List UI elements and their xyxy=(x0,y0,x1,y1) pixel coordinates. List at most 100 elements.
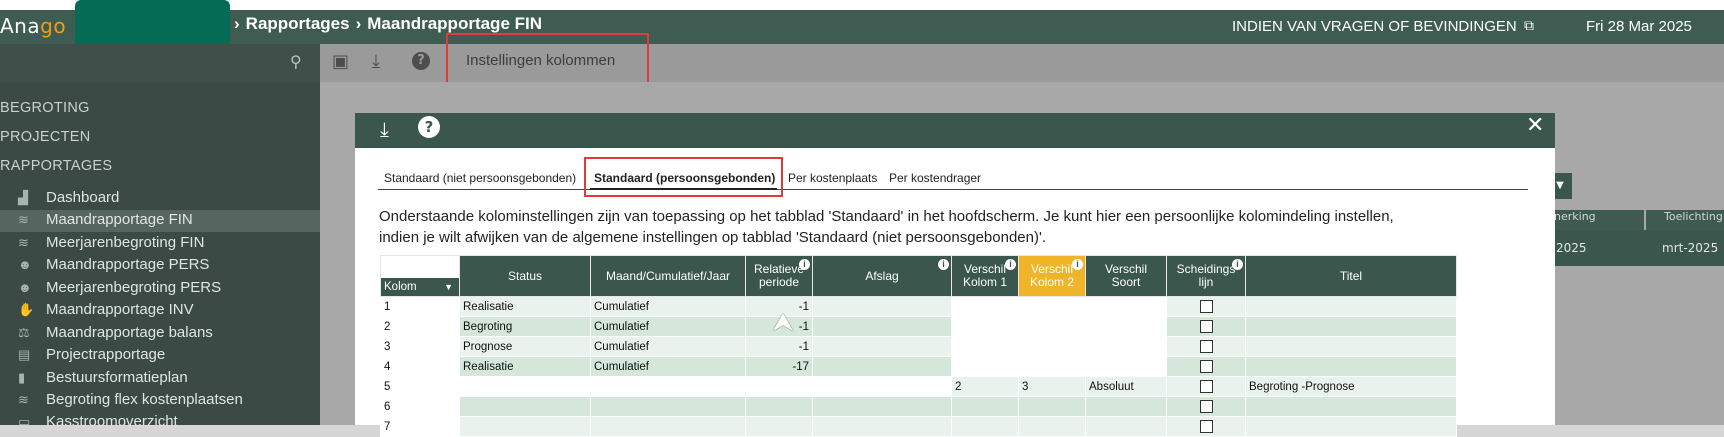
sidebar-item-maandrapportage-inv[interactable]: ✋ Maandrapportage INV xyxy=(18,301,194,323)
table-row[interactable]: 7 xyxy=(380,416,1457,437)
help-icon[interactable]: ? xyxy=(418,116,440,138)
scheidingslijn-checkbox[interactable] xyxy=(1199,300,1213,313)
cell-maand[interactable]: Cumulatief xyxy=(590,356,746,377)
external-link-icon[interactable]: ⧉ xyxy=(1524,18,1534,34)
sidebar-item-maandrapportage-pers[interactable]: ☻ Maandrapportage PERS xyxy=(18,256,209,278)
cell-afslag[interactable] xyxy=(812,356,952,377)
column-header-relatieve-periode: Relatieve periode i xyxy=(745,255,813,297)
cell-verschil-1[interactable] xyxy=(951,396,1019,417)
cell-verschil-1 xyxy=(951,356,1019,377)
cell-status[interactable]: Realisatie xyxy=(459,356,591,377)
cell-afslag[interactable] xyxy=(812,396,952,417)
table-row[interactable]: 6 xyxy=(380,396,1457,417)
cell-maand[interactable]: Cumulatief xyxy=(590,316,746,337)
help-link[interactable]: INDIEN VAN VRAGEN OF BEVINDINGEN xyxy=(1232,18,1517,35)
tab-standaard-niet-persoonsgebonden[interactable]: Standaard (niet persoonsgebonden) xyxy=(384,171,576,185)
table-row[interactable]: 5 2 3 Absoluut Begroting -Prognose xyxy=(380,376,1457,397)
cell-afslag[interactable] xyxy=(812,336,952,357)
table-row[interactable]: 3 Prognose Cumulatief -1 xyxy=(380,336,1457,357)
cell-scheidingslijn[interactable] xyxy=(1166,316,1246,337)
cell-titel[interactable]: Begroting -Prognose xyxy=(1245,376,1457,397)
columns-settings-button[interactable]: Instellingen kolommen xyxy=(466,52,615,69)
save-icon[interactable]: ▣ xyxy=(332,51,349,72)
cell-afslag[interactable] xyxy=(812,416,952,437)
column-header-kolom[interactable]: Kolom ▼ xyxy=(380,255,460,297)
scheidingslijn-checkbox[interactable] xyxy=(1199,320,1213,333)
cell-verschil-2[interactable] xyxy=(1018,416,1086,437)
cell-titel[interactable] xyxy=(1245,316,1457,337)
scheidingslijn-checkbox[interactable] xyxy=(1199,380,1213,393)
close-icon[interactable]: ✕ xyxy=(1526,113,1544,138)
table-row[interactable]: 1 Realisatie Cumulatief -1 xyxy=(380,296,1457,317)
sidebar-item-meerjarenbegroting-fin[interactable]: ≋ Meerjarenbegroting FIN xyxy=(18,234,204,256)
export-icon[interactable]: ⤓ xyxy=(380,117,389,141)
sidebar-item-maandrapportage-balans[interactable]: ⚖ Maandrapportage balans xyxy=(18,324,213,346)
cell-titel[interactable] xyxy=(1245,296,1457,317)
sidebar-item-meerjarenbegroting-pers[interactable]: ☻ Meerjarenbegroting PERS xyxy=(18,279,221,301)
cell-scheidingslijn[interactable] xyxy=(1166,376,1246,397)
cell-verschil-2[interactable]: 3 xyxy=(1018,376,1086,397)
clipboard-icon: ▤ xyxy=(18,347,31,362)
cell-verschil-soort[interactable] xyxy=(1085,396,1167,417)
cell-scheidingslijn[interactable] xyxy=(1166,396,1246,417)
info-icon[interactable]: i xyxy=(1072,259,1083,270)
scheidingslijn-checkbox[interactable] xyxy=(1199,360,1213,373)
cell-status[interactable]: Realisatie xyxy=(459,296,591,317)
cell-relatieve-periode[interactable]: -17 xyxy=(745,356,813,377)
cell-status[interactable]: Prognose xyxy=(459,336,591,357)
cell-relatieve-periode[interactable] xyxy=(745,416,813,437)
cell-relatieve-periode[interactable]: -1 xyxy=(745,336,813,357)
info-icon[interactable]: i xyxy=(1005,259,1016,270)
sidebar-item-bestuursformatieplan[interactable]: ▮ Bestuursformatieplan xyxy=(18,369,188,391)
cell-verschil-soort[interactable] xyxy=(1085,416,1167,437)
column-config-table: Kolom ▼ Status Maand/Cumulatief/Jaar Rela… xyxy=(380,255,1457,437)
info-icon[interactable]: i xyxy=(938,259,949,270)
breadcrumb-rapportages[interactable]: Rapportages xyxy=(246,14,350,33)
cell-scheidingslijn[interactable] xyxy=(1166,416,1246,437)
tab-per-kostenplaats[interactable]: Per kostenplaats xyxy=(788,171,877,185)
scheidingslijn-checkbox[interactable] xyxy=(1199,340,1213,353)
cell-titel[interactable] xyxy=(1245,336,1457,357)
tab-per-kostendrager[interactable]: Per kostendrager xyxy=(889,171,981,185)
cell-verschil-1[interactable]: 2 xyxy=(951,376,1019,397)
cell-afslag[interactable] xyxy=(812,296,952,317)
cell-kolom: 5 xyxy=(380,376,460,397)
cell-scheidingslijn[interactable] xyxy=(1166,356,1246,377)
cell-maand[interactable]: Cumulatief xyxy=(590,336,746,357)
cell-verschil-soort[interactable]: Absoluut xyxy=(1085,376,1167,397)
cell-relatieve-periode[interactable] xyxy=(745,396,813,417)
chevron-down-icon[interactable]: ▼ xyxy=(444,278,453,296)
cell-status[interactable] xyxy=(459,416,591,437)
sidebar-item-kasstroomoverzicht[interactable]: ▭ Kasstroomoverzicht xyxy=(18,413,178,435)
scheidingslijn-checkbox[interactable] xyxy=(1199,420,1213,433)
scheidingslijn-checkbox[interactable] xyxy=(1199,400,1213,413)
sidebar-item-dashboard[interactable]: ▟ Dashboard xyxy=(18,189,119,211)
download-icon[interactable]: ⤓ xyxy=(372,51,380,72)
sidebar-section-rapportages[interactable]: RAPPORTAGES xyxy=(0,158,112,174)
info-icon[interactable]: i xyxy=(799,259,810,270)
cell-scheidingslijn[interactable] xyxy=(1166,296,1246,317)
cell-status[interactable]: Begroting xyxy=(459,316,591,337)
table-row[interactable]: 2 Begroting Cumulatief -1 xyxy=(380,316,1457,337)
search-icon[interactable]: ⚲ xyxy=(290,52,302,71)
app-logo[interactable]: Anago xyxy=(0,14,66,38)
cell-maand[interactable] xyxy=(590,396,746,417)
cell-afslag[interactable] xyxy=(812,316,952,337)
sidebar-item-begroting-flex[interactable]: ≋ Begroting flex kostenplaatsen xyxy=(18,391,243,413)
table-row[interactable]: 4 Realisatie Cumulatief -17 xyxy=(380,356,1457,377)
cell-verschil-1[interactable] xyxy=(951,416,1019,437)
cell-titel[interactable] xyxy=(1245,416,1457,437)
info-icon[interactable]: i xyxy=(1232,259,1243,270)
cell-titel[interactable] xyxy=(1245,356,1457,377)
cell-verschil-2[interactable] xyxy=(1018,396,1086,417)
cell-titel[interactable] xyxy=(1245,396,1457,417)
cell-maand[interactable]: Cumulatief xyxy=(590,296,746,317)
sidebar-item-projectrapportage[interactable]: ▤ Projectrapportage xyxy=(18,346,165,368)
cell-scheidingslijn[interactable] xyxy=(1166,336,1246,357)
sidebar-section-begroting[interactable]: BEGROTING xyxy=(0,100,90,116)
cell-status[interactable] xyxy=(459,396,591,417)
cell-maand[interactable] xyxy=(590,416,746,437)
help-icon[interactable]: ? xyxy=(412,52,430,70)
sidebar-item-maandrapportage-fin[interactable]: ≋ Maandrapportage FIN xyxy=(18,211,193,233)
sidebar-section-projecten[interactable]: PROJECTEN xyxy=(0,129,91,145)
